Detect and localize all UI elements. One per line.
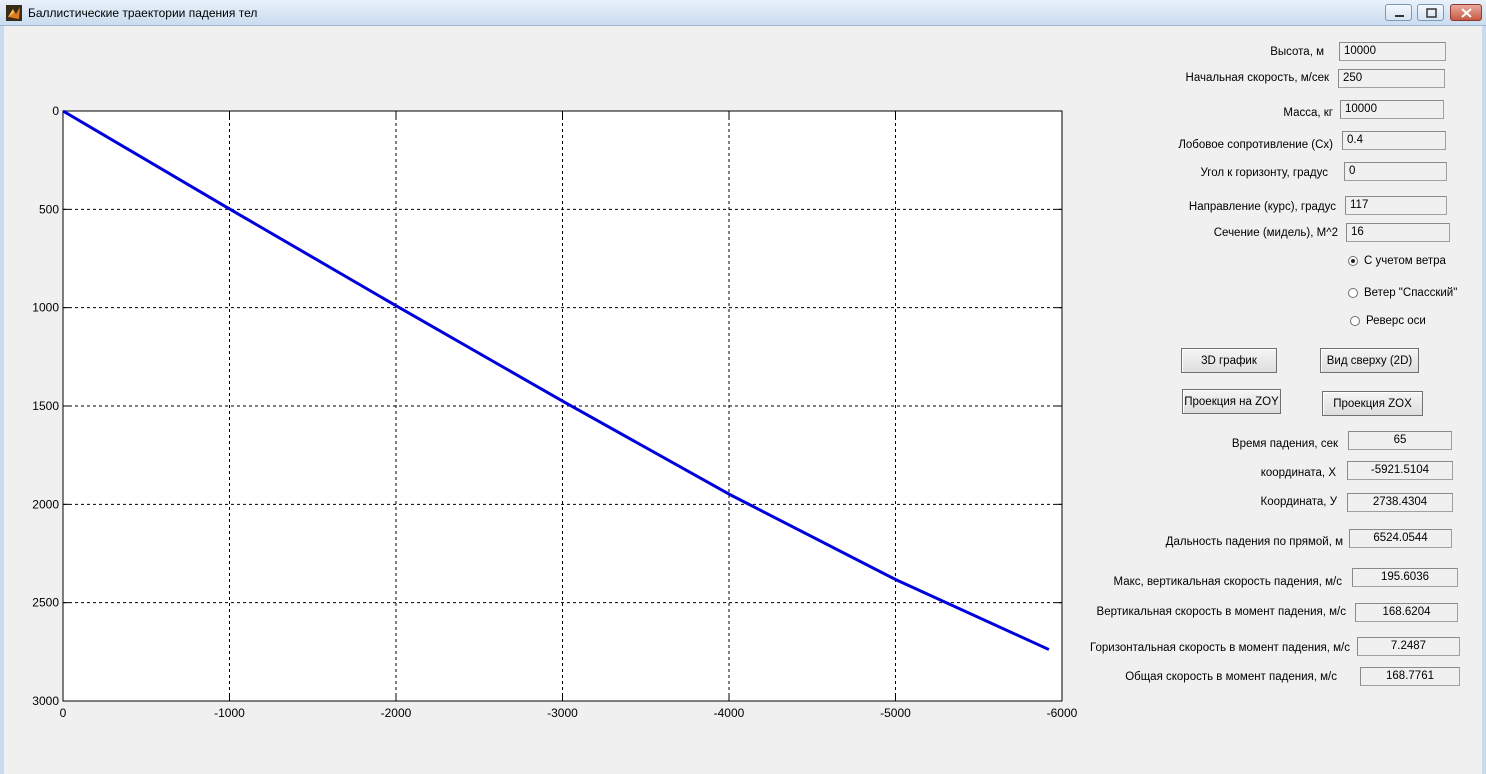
impact-horizontal-speed-output: 7.2487	[1357, 637, 1460, 656]
spassky-radio-label: Ветер "Спасский"	[1364, 287, 1458, 299]
reverse-axis-radio-label: Реверс оси	[1366, 315, 1426, 327]
section-input[interactable]: 16	[1346, 223, 1450, 242]
height-label: Высота, м	[1270, 46, 1324, 58]
close-button[interactable]	[1450, 4, 1482, 21]
initial-speed-label: Начальная скорость, м/сек	[1185, 72, 1329, 84]
radio-unselected-icon	[1348, 287, 1358, 298]
coord-y-label: Координата, У	[1260, 496, 1337, 508]
graph-3d-button[interactable]: 3D график	[1181, 348, 1277, 373]
projection-zox-button[interactable]: Проекция ZOX	[1322, 391, 1423, 416]
y-tick-label: 1500	[32, 399, 59, 413]
angle-input[interactable]: 0	[1344, 162, 1447, 181]
trajectory-plot: 0 -1000 -2000 -3000 -4000 -5000 -6000 0 500 1000 1…	[32, 104, 1078, 720]
window-border-right	[1482, 26, 1486, 774]
y-tick-label: 3000	[32, 694, 59, 708]
section-label: Сечение (мидель), М^2	[1213, 227, 1338, 239]
y-tick-label: 0	[52, 104, 59, 118]
x-tick-label: -2000	[381, 706, 412, 720]
wind-radio-label: С учетом ветра	[1364, 255, 1446, 267]
coord-x-output: -5921.5104	[1347, 461, 1453, 480]
close-icon	[1461, 8, 1472, 18]
maximize-icon	[1426, 8, 1437, 18]
fall-time-output: 65	[1348, 431, 1452, 450]
y-tick-label: 2500	[32, 596, 59, 610]
mass-input[interactable]: 10000	[1340, 100, 1444, 119]
course-input[interactable]: 117	[1345, 196, 1447, 215]
coord-x-label: координата, X	[1260, 467, 1336, 479]
projection-zoy-button[interactable]: Проекция на ZOY	[1182, 389, 1281, 414]
drag-input[interactable]: 0.4	[1342, 131, 1446, 150]
range-label: Дальность падения по прямой, м	[1165, 536, 1343, 548]
reverse-axis-radio[interactable]: Реверс оси	[1350, 315, 1426, 327]
radio-unselected-icon	[1350, 315, 1360, 326]
matlab-app-icon	[6, 5, 22, 21]
course-label: Направление (курс), градус	[1188, 201, 1336, 213]
y-tick-label: 500	[39, 202, 59, 216]
x-tick-label: -5000	[880, 706, 911, 720]
wind-radio[interactable]: С учетом ветра	[1348, 255, 1446, 267]
spassky-radio[interactable]: Ветер "Спасский"	[1348, 287, 1457, 299]
mass-label: Масса, кг	[1283, 107, 1333, 119]
maximize-button[interactable]	[1417, 4, 1444, 21]
max-vertical-speed-label: Макс, вертикальная скорость падения, м/с	[1113, 576, 1342, 588]
impact-vertical-speed-output: 168.6204	[1355, 603, 1458, 622]
initial-speed-input[interactable]: 250	[1338, 69, 1445, 88]
coord-y-output: 2738.4304	[1347, 493, 1453, 512]
y-tick-label: 2000	[32, 497, 59, 511]
angle-label: Угол к горизонту, градус	[1200, 167, 1328, 179]
drag-label: Лобовое сопротивление (Cx)	[1178, 139, 1333, 151]
top-view-button[interactable]: Вид сверху (2D)	[1320, 348, 1419, 373]
impact-horizontal-speed-label: Горизонтальная скорость в момент падения…	[1090, 642, 1350, 654]
title-bar: Баллистические траектории падения тел	[0, 0, 1486, 26]
impact-vertical-speed-label: Вертикальная скорость в момент падения, …	[1096, 606, 1346, 618]
minimize-icon	[1395, 15, 1404, 17]
radio-selected-icon	[1348, 255, 1358, 266]
x-tick-label: -3000	[547, 706, 578, 720]
y-tick-label: 1000	[32, 301, 59, 315]
x-tick-label: 0	[60, 706, 67, 720]
x-tick-label: -1000	[214, 706, 245, 720]
x-tick-label: -4000	[714, 706, 745, 720]
max-vertical-speed-output: 195.6036	[1352, 568, 1458, 587]
minimize-button[interactable]	[1385, 4, 1412, 21]
range-output: 6524.0544	[1349, 529, 1452, 548]
impact-total-speed-label: Общая скорость в момент падения, м/с	[1125, 671, 1337, 683]
fall-time-label: Время падения, сек	[1231, 438, 1338, 450]
height-input[interactable]: 10000	[1339, 42, 1446, 61]
window-title: Баллистические траектории падения тел	[28, 6, 258, 20]
x-tick-label: -6000	[1047, 706, 1078, 720]
impact-total-speed-output: 168.7761	[1360, 667, 1460, 686]
